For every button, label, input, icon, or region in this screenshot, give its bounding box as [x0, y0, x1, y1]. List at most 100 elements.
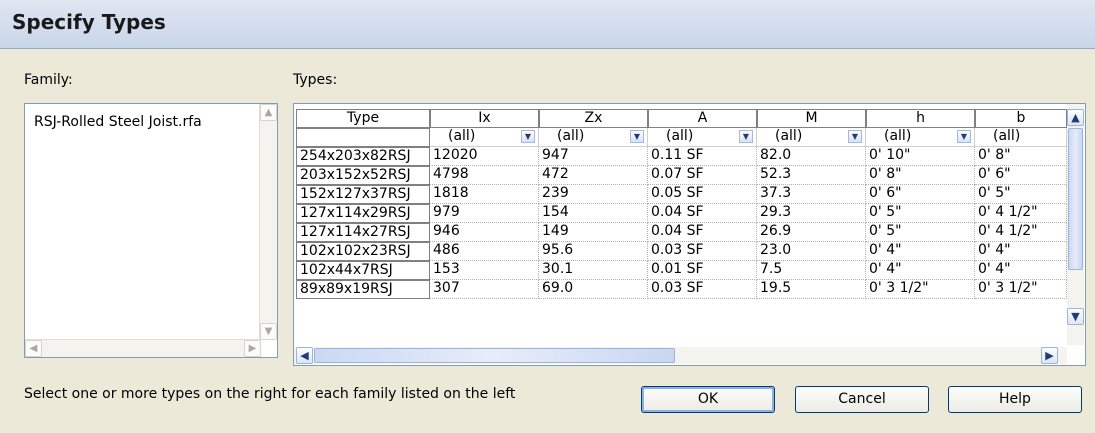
row-header[interactable]: 127x114x27RSJ	[296, 223, 430, 242]
table-cell[interactable]: 0.03 SF	[648, 242, 757, 261]
table-cell[interactable]: 82.0	[757, 147, 866, 166]
family-vertical-scrollbar[interactable]: ▲ ▼	[259, 104, 277, 340]
table-cell[interactable]: 26.9	[757, 223, 866, 242]
table-cell[interactable]: 0.11 SF	[648, 147, 757, 166]
table-cell[interactable]: 0' 5"	[866, 223, 975, 242]
scroll-down-icon[interactable]: ▼	[1067, 308, 1084, 325]
table-cell[interactable]: 23.0	[757, 242, 866, 261]
filter-b[interactable]: (all)	[975, 128, 1067, 147]
help-button[interactable]: Help	[948, 386, 1082, 413]
table-cell[interactable]: 0' 4"	[975, 261, 1067, 280]
column-header-ix[interactable]: Ix	[430, 109, 539, 128]
family-label: Family:	[24, 72, 73, 88]
table-cell[interactable]: 239	[539, 185, 648, 204]
filter-m[interactable]: (all) ▼	[757, 128, 866, 147]
filter-value: (all)	[884, 128, 912, 144]
family-horizontal-scrollbar[interactable]: ◀ ▶	[25, 339, 261, 357]
dropdown-arrow-icon[interactable]: ▼	[630, 130, 644, 143]
column-header-type[interactable]: Type	[296, 109, 430, 128]
column-header-zx[interactable]: Zx	[539, 109, 648, 128]
scroll-left-icon[interactable]: ◀	[296, 347, 313, 364]
filter-a[interactable]: (all) ▼	[648, 128, 757, 147]
table-cell[interactable]: 69.0	[539, 280, 648, 299]
table-cell[interactable]: 0' 5"	[866, 204, 975, 223]
family-list[interactable]: RSJ-Rolled Steel Joist.rfa ▲ ▼ ◀ ▶	[24, 103, 278, 358]
table-cell[interactable]: 30.1	[539, 261, 648, 280]
vertical-scroll-thumb[interactable]	[1068, 128, 1083, 270]
dropdown-arrow-icon[interactable]: ▼	[848, 130, 862, 143]
table-cell[interactable]: 0' 4"	[866, 261, 975, 280]
table-cell[interactable]: 0.07 SF	[648, 166, 757, 185]
column-header-a[interactable]: A	[648, 109, 757, 128]
table-cell[interactable]: 37.3	[757, 185, 866, 204]
table-cell[interactable]: 0.03 SF	[648, 280, 757, 299]
dialog-title: Specify Types	[12, 10, 166, 34]
table-cell[interactable]: 979	[430, 204, 539, 223]
table-cell[interactable]: 0.01 SF	[648, 261, 757, 280]
row-header[interactable]: 127x114x29RSJ	[296, 204, 430, 223]
column-header-m[interactable]: M	[757, 109, 866, 128]
table-cell[interactable]: 0' 6"	[975, 166, 1067, 185]
grid-horizontal-scrollbar[interactable]: ◀ ▶	[294, 347, 1067, 364]
filter-value: (all)	[666, 128, 694, 144]
table-cell[interactable]: 0' 4"	[866, 242, 975, 261]
table-cell[interactable]: 7.5	[757, 261, 866, 280]
table-cell[interactable]: 1818	[430, 185, 539, 204]
filter-value: (all)	[557, 128, 585, 144]
table-cell[interactable]: 0' 4"	[975, 242, 1067, 261]
scroll-down-icon[interactable]: ▼	[260, 323, 277, 340]
table-cell[interactable]: 29.3	[757, 204, 866, 223]
scroll-right-icon[interactable]: ▶	[244, 340, 261, 357]
table-cell[interactable]: 153	[430, 261, 539, 280]
filter-ix[interactable]: (all) ▼	[430, 128, 539, 147]
table-cell[interactable]: 0' 8"	[975, 147, 1067, 166]
scroll-left-icon[interactable]: ◀	[25, 340, 42, 357]
row-header[interactable]: 254x203x82RSJ	[296, 147, 430, 166]
table-cell[interactable]: 946	[430, 223, 539, 242]
dropdown-arrow-icon[interactable]: ▼	[957, 130, 971, 143]
table-cell[interactable]: 307	[430, 280, 539, 299]
table-cell[interactable]: 0' 4 1/2"	[975, 204, 1067, 223]
table-cell[interactable]: 0' 8"	[866, 166, 975, 185]
table-cell[interactable]: 0' 5"	[975, 185, 1067, 204]
row-header[interactable]: 102x44x7RSJ	[296, 261, 430, 280]
table-cell[interactable]: 486	[430, 242, 539, 261]
types-grid[interactable]: Type Ix Zx A M h b (all) ▼ (all) ▼ (all) ▼ …	[293, 103, 1086, 366]
table-cell[interactable]: 52.3	[757, 166, 866, 185]
table-cell[interactable]: 0' 6"	[866, 185, 975, 204]
horizontal-scroll-thumb[interactable]	[314, 348, 675, 363]
cancel-button[interactable]: Cancel	[795, 386, 929, 413]
table-cell[interactable]: 0' 3 1/2"	[975, 280, 1067, 299]
table-cell[interactable]: 0' 10"	[866, 147, 975, 166]
row-header[interactable]: 152x127x37RSJ	[296, 185, 430, 204]
table-cell[interactable]: 149	[539, 223, 648, 242]
scroll-up-icon[interactable]: ▲	[1067, 109, 1084, 126]
table-cell[interactable]: 947	[539, 147, 648, 166]
row-header[interactable]: 203x152x52RSJ	[296, 166, 430, 185]
table-cell[interactable]: 95.6	[539, 242, 648, 261]
table-cell[interactable]: 0.04 SF	[648, 223, 757, 242]
row-header[interactable]: 102x102x23RSJ	[296, 242, 430, 261]
table-cell[interactable]: 472	[539, 166, 648, 185]
dropdown-arrow-icon[interactable]: ▼	[739, 130, 753, 143]
column-header-b[interactable]: b	[975, 109, 1067, 128]
ok-button[interactable]: OK	[641, 386, 775, 413]
table-cell[interactable]: 0.05 SF	[648, 185, 757, 204]
dropdown-arrow-icon[interactable]: ▼	[521, 130, 535, 143]
types-label: Types:	[293, 72, 338, 88]
row-header[interactable]: 89x89x19RSJ	[296, 280, 430, 299]
table-cell[interactable]: 4798	[430, 166, 539, 185]
table-cell[interactable]: 0' 4 1/2"	[975, 223, 1067, 242]
table-cell[interactable]: 154	[539, 204, 648, 223]
scroll-right-icon[interactable]: ▶	[1041, 347, 1058, 364]
scroll-up-icon[interactable]: ▲	[260, 104, 277, 121]
family-item[interactable]: RSJ-Rolled Steel Joist.rfa	[34, 114, 202, 130]
table-cell[interactable]: 12020	[430, 147, 539, 166]
grid-vertical-scrollbar[interactable]: ▲ ▼	[1067, 104, 1084, 345]
filter-h[interactable]: (all) ▼	[866, 128, 975, 147]
filter-zx[interactable]: (all) ▼	[539, 128, 648, 147]
table-cell[interactable]: 0' 3 1/2"	[866, 280, 975, 299]
table-cell[interactable]: 19.5	[757, 280, 866, 299]
column-header-h[interactable]: h	[866, 109, 975, 128]
table-cell[interactable]: 0.04 SF	[648, 204, 757, 223]
